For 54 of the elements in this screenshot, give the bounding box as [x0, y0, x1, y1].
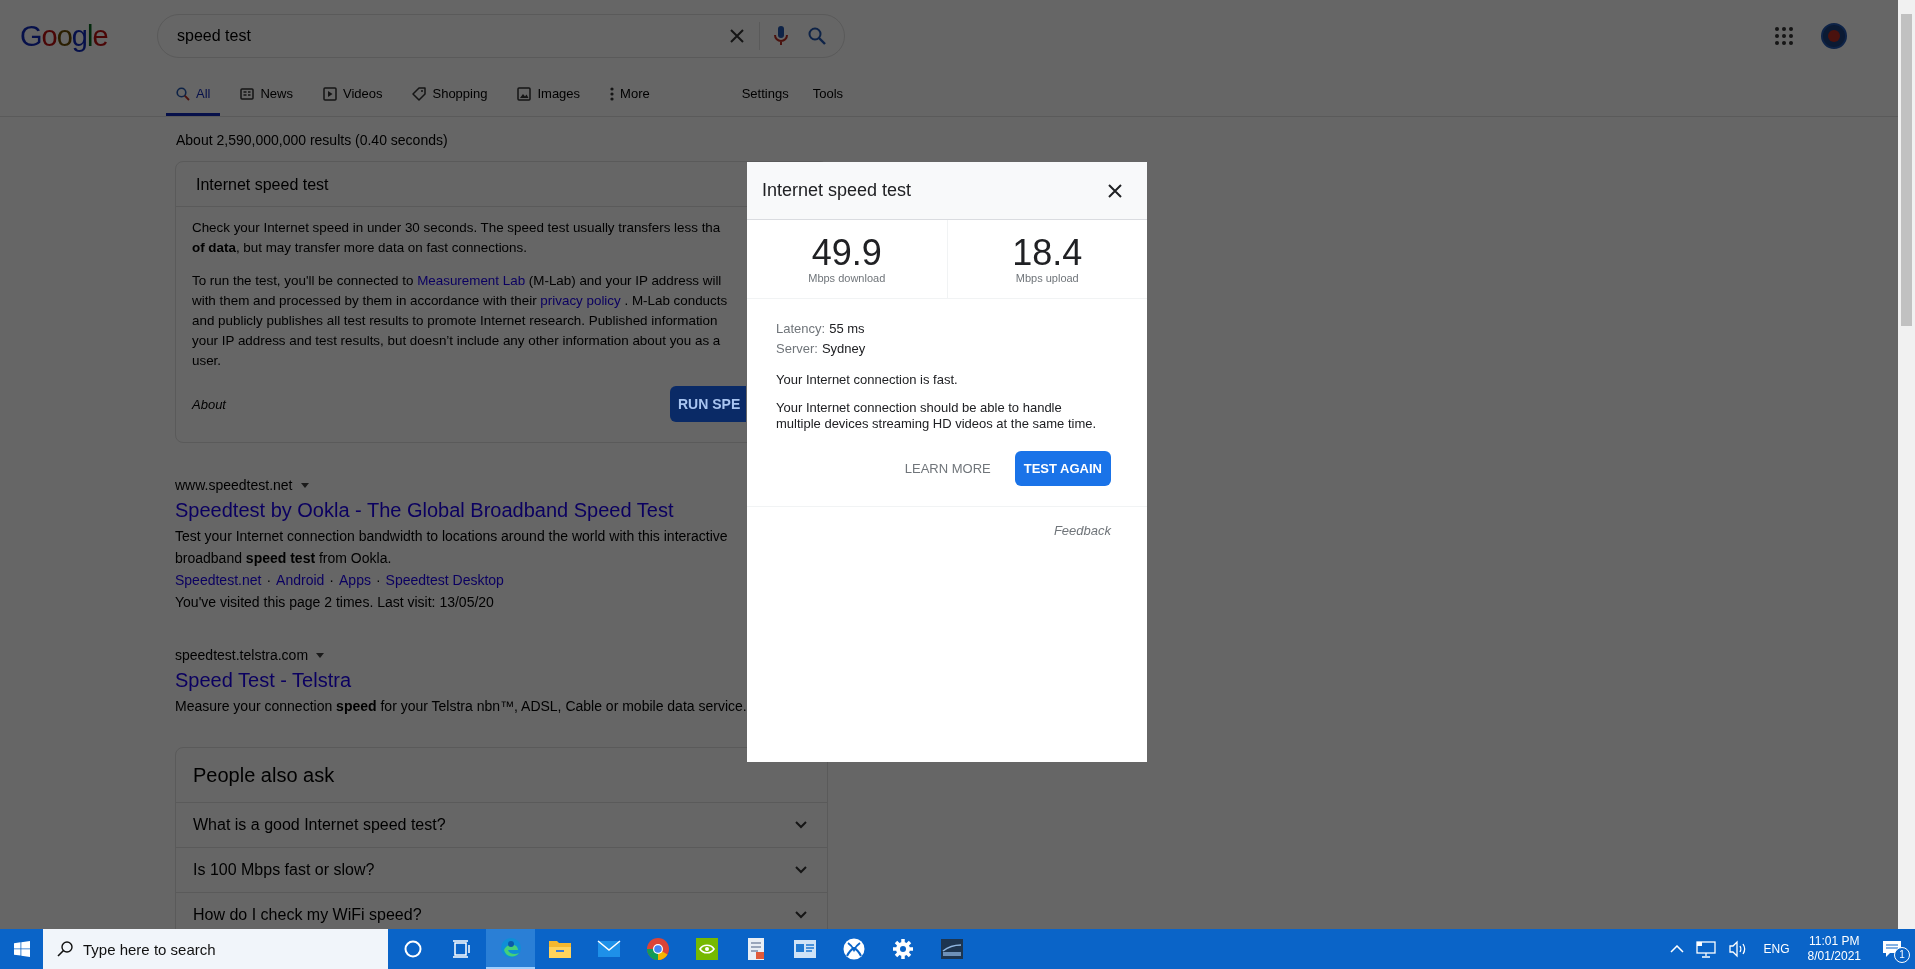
search-tool-link[interactable]: Tools: [800, 74, 856, 116]
result-snippet: Test your Internet connection bandwidth to locations around the world with this interactive broadband speed test from Ookla.: [175, 527, 729, 568]
search-tab[interactable]: Shopping: [402, 74, 498, 116]
text-link[interactable]: Measurement Lab: [417, 273, 526, 288]
question-row[interactable]: Is 100 Mbps fast or slow?: [176, 847, 827, 892]
test-again-button[interactable]: TEST AGAIN: [1014, 451, 1111, 486]
sitelink[interactable]: Android: [276, 569, 325, 591]
card-text-line: To run the test, you'll be connected to Measurement Lab (M-Lab) and your IP address will: [192, 272, 722, 290]
result-stats: About 2,590,000,000 results (0.40 seconds): [176, 131, 449, 150]
card-text-line: Check your Internet speed in under 30 seconds. The speed test usually transfers less tha: [192, 219, 721, 237]
run-speed-test-button[interactable]: RUN SPE: [670, 386, 746, 422]
search-tab[interactable]: News: [230, 74, 303, 116]
question-row[interactable]: What is a good Internet speed test?: [176, 802, 827, 847]
search-tab[interactable]: Videos: [312, 74, 393, 116]
description-text: Your Internet connection should be able to handle multiple devices streaming HD videos at the same time.: [776, 400, 1098, 432]
detail-label: Latency:: [776, 320, 826, 338]
card-text-line: and publicly publishes all test results to promote Internet research. Published information: [192, 312, 718, 330]
search-tab[interactable]: More: [600, 74, 660, 116]
detail-label: Server:: [776, 340, 818, 358]
separator-dot: ·: [329, 571, 334, 590]
search-tool-link[interactable]: Settings: [729, 74, 801, 116]
result-url[interactable]: speedtest.telstra.com: [175, 645, 309, 665]
speed-unit: Mbps download: [808, 272, 886, 284]
separator-dot: ·: [375, 571, 381, 590]
sitelink[interactable]: Apps: [339, 569, 371, 591]
detail-value: Sydney: [821, 340, 866, 358]
about-link[interactable]: About: [192, 396, 226, 412]
google-logo[interactable]: Google: [20, 19, 112, 53]
panel-title: People also ask: [192, 763, 336, 788]
text-link[interactable]: privacy policy: [540, 293, 621, 308]
card-text-line: of data, but may transfer more data on fast connections.: [192, 239, 527, 257]
result-url[interactable]: www.speedtest.net: [175, 475, 293, 495]
notification-count-badge: 1: [1894, 947, 1910, 963]
separator-dot: ·: [266, 571, 272, 590]
clock-date[interactable]: 8/01/2021: [1807, 949, 1861, 964]
card-text-line: your IP address and test results, but doesn’t include any other information about you as a: [192, 332, 721, 350]
verdict-text: Your Internet connection is fast.: [776, 371, 959, 389]
feedback-link[interactable]: Feedback: [1053, 523, 1111, 538]
result-snippet: Measure your connection speed for your Telstra nbn™, ADSL, Cable or mobile data service.: [175, 697, 748, 716]
detail-value: 55 ms: [829, 320, 865, 338]
clock-time[interactable]: 11:01 PM: [1809, 934, 1860, 949]
card-text-line: user.: [192, 352, 222, 370]
visit-note: You've visited this page 2 times. Last visit: 13/05/20: [175, 593, 495, 612]
speed-value: 49.9: [811, 234, 882, 272]
language-indicator[interactable]: ENG: [1763, 942, 1790, 956]
search-tab[interactable]: All: [166, 74, 221, 116]
speed-unit: Mbps upload: [1015, 272, 1079, 284]
sitelink[interactable]: Speedtest.net: [175, 569, 262, 591]
taskbar-search-field[interactable]: Type here to search: [43, 929, 388, 969]
learn-more-button[interactable]: LEARN MORE: [900, 453, 995, 484]
card-text-line: with them and processed by them in accordance with their privacy policy . M-Lab conducts: [192, 292, 728, 310]
speed-value: 18.4: [1012, 234, 1083, 272]
sitelink[interactable]: Speedtest Desktop: [385, 569, 504, 591]
search-tab[interactable]: Images: [507, 74, 591, 116]
